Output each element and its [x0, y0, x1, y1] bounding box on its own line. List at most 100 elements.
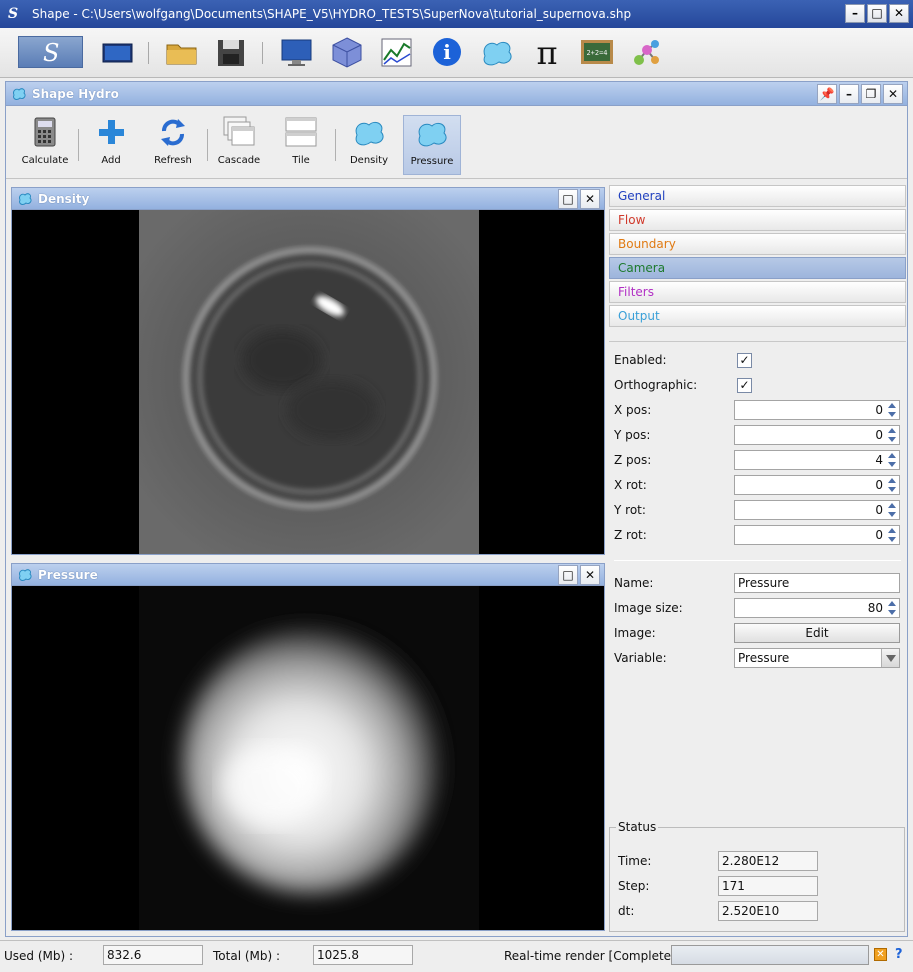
pressure-button[interactable]: Pressure	[403, 115, 461, 175]
density-render-canvas[interactable]	[12, 210, 604, 554]
variable-row: Variable: Pressure	[609, 648, 906, 670]
zrot-up-arrow[interactable]	[888, 528, 896, 533]
window-title: Shape - C:\Users\wolfgang\Documents\SHAP…	[32, 7, 632, 21]
calculate-button[interactable]: Calculate	[16, 115, 74, 175]
monitor-icon[interactable]	[279, 36, 315, 68]
image-size-up-arrow[interactable]	[888, 601, 896, 606]
tab-flow[interactable]: Flow	[609, 209, 906, 231]
ypos-spinner[interactable]: 0	[734, 425, 900, 445]
orthographic-checkbox[interactable]: ✓	[737, 378, 752, 393]
frame-close-button[interactable]: ✕	[883, 84, 903, 104]
pressure-titlebar[interactable]: Pressure □ ✕	[12, 564, 604, 586]
density-maximize-button[interactable]: □	[558, 189, 578, 209]
yrot-up-arrow[interactable]	[888, 503, 896, 508]
render-window-icon[interactable]	[100, 36, 136, 68]
density-splash-icon	[355, 121, 384, 146]
pressure-render-canvas[interactable]	[12, 586, 604, 930]
density-title: Density	[38, 191, 90, 206]
shape-logo-icon[interactable]: S	[18, 36, 83, 68]
xpos-down-arrow[interactable]	[888, 412, 896, 417]
open-folder-icon[interactable]	[164, 36, 200, 68]
tab-general[interactable]: General	[609, 185, 906, 207]
frame-minimize-button[interactable]: –	[839, 84, 859, 104]
image-size-down-arrow[interactable]	[888, 610, 896, 615]
used-memory-label: Used (Mb) :	[4, 949, 74, 963]
ypos-row: Y pos: 0	[609, 425, 906, 447]
shape-app-icon: S	[8, 6, 19, 22]
shape-hydro-titlebar[interactable]: Shape Hydro 📌 – ❐ ✕	[6, 82, 907, 106]
name-row: Name: Pressure	[609, 573, 906, 595]
zpos-spinner[interactable]: 4	[734, 450, 900, 470]
enabled-checkbox[interactable]: ✓	[737, 353, 752, 368]
image-size-spinner[interactable]: 80	[734, 598, 900, 618]
time-row: Time: 2.280E12	[616, 851, 900, 871]
zrot-spinner[interactable]: 0	[734, 525, 900, 545]
calculator-icon	[34, 117, 56, 147]
zpos-row: Z pos: 4	[609, 450, 906, 472]
pressure-maximize-button[interactable]: □	[558, 565, 578, 585]
tab-output[interactable]: Output	[609, 305, 906, 327]
hydro-splash-icon[interactable]	[479, 36, 515, 68]
maximize-button[interactable]: □	[867, 4, 887, 23]
dt-value: 2.520E10	[718, 901, 818, 921]
xpos-up-arrow[interactable]	[888, 403, 896, 408]
frame-restore-button[interactable]: ❐	[861, 84, 881, 104]
yrot-down-arrow[interactable]	[888, 512, 896, 517]
render-status-label: Real-time render [Complete]	[504, 949, 676, 963]
render-progress-bar	[671, 945, 869, 965]
pressure-splash-icon	[418, 122, 447, 147]
total-memory-value: 1025.8	[313, 945, 413, 965]
info-icon[interactable]: i	[429, 36, 465, 68]
ypos-up-arrow[interactable]	[888, 428, 896, 433]
camera-properties: Enabled: ✓ Orthographic: ✓ X pos: 0 Y po…	[609, 341, 906, 825]
refresh-button[interactable]: Refresh	[144, 115, 202, 175]
xrot-up-arrow[interactable]	[888, 478, 896, 483]
image-edit-button[interactable]: Edit	[734, 623, 900, 643]
yrot-spinner[interactable]: 0	[734, 500, 900, 520]
pressure-close-button[interactable]: ✕	[580, 565, 600, 585]
tab-filters[interactable]: Filters	[609, 281, 906, 303]
hydro-toolbar: Calculate Add Refresh Cascade Tile Densi…	[6, 107, 907, 179]
tab-boundary[interactable]: Boundary	[609, 233, 906, 255]
zpos-up-arrow[interactable]	[888, 453, 896, 458]
xrot-down-arrow[interactable]	[888, 487, 896, 492]
zpos-down-arrow[interactable]	[888, 462, 896, 467]
density-close-button[interactable]: ✕	[580, 189, 600, 209]
variable-select[interactable]: Pressure	[734, 648, 900, 668]
tile-button[interactable]: Tile	[272, 115, 330, 175]
dt-row: dt: 2.520E10	[616, 901, 900, 921]
used-memory-value: 832.6	[103, 945, 203, 965]
pressure-image	[139, 586, 479, 930]
pi-icon[interactable]: π	[529, 34, 565, 72]
xrot-spinner[interactable]: 0	[734, 475, 900, 495]
help-icon[interactable]: ?	[895, 947, 903, 962]
save-disk-icon[interactable]	[214, 36, 250, 68]
chalkboard-icon[interactable]: 2+2=4	[579, 36, 615, 68]
density-titlebar[interactable]: Density □ ✕	[12, 188, 604, 210]
orthographic-row: Orthographic: ✓	[609, 375, 906, 397]
window-titlebar: S Shape - C:\Users\wolfgang\Documents\SH…	[0, 0, 913, 28]
chevron-down-icon[interactable]	[881, 649, 899, 667]
close-button[interactable]: ✕	[889, 4, 909, 23]
xpos-spinner[interactable]: 0	[734, 400, 900, 420]
status-legend: Status	[616, 820, 659, 834]
image-size-row: Image size: 80	[609, 598, 906, 620]
zrot-row: Z rot: 0	[609, 525, 906, 547]
main-toolbar: S i π 2+2=4	[0, 28, 913, 78]
density-button[interactable]: Density	[340, 115, 398, 175]
pressure-frame: Pressure □ ✕	[11, 563, 605, 931]
pin-button[interactable]: 📌	[817, 84, 837, 104]
minimize-button[interactable]: –	[845, 4, 865, 23]
cube-icon[interactable]	[329, 36, 365, 68]
molecule-icon[interactable]	[629, 36, 665, 68]
stop-render-icon[interactable]: ✕	[874, 948, 887, 961]
name-input[interactable]: Pressure	[734, 573, 900, 593]
cascade-button[interactable]: Cascade	[210, 115, 268, 175]
tile-icon	[285, 117, 317, 147]
plot-icon[interactable]	[379, 36, 415, 68]
tab-camera[interactable]: Camera	[609, 257, 906, 279]
ypos-down-arrow[interactable]	[888, 437, 896, 442]
xrot-row: X rot: 0	[609, 475, 906, 497]
add-button[interactable]: Add	[82, 115, 140, 175]
zrot-down-arrow[interactable]	[888, 537, 896, 542]
